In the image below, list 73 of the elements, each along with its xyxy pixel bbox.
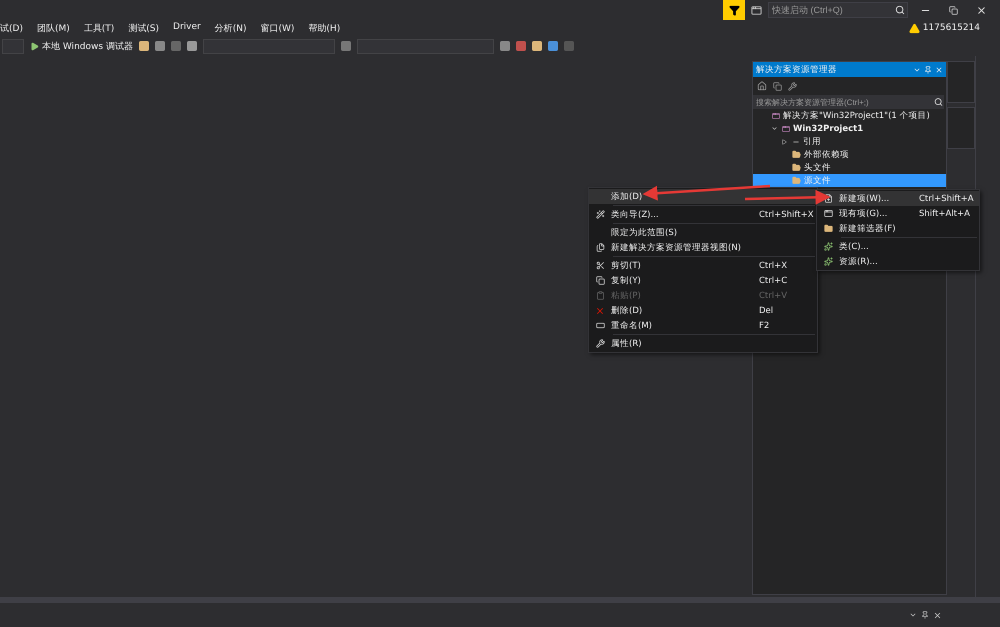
menu-bar-item[interactable]: 窗口(W) (260, 22, 294, 34)
tree-item[interactable]: Win32Project1 (753, 122, 946, 135)
home-icon[interactable] (757, 81, 767, 91)
scissors-icon (596, 261, 604, 270)
toolbar-icon[interactable] (138, 41, 149, 51)
search-field[interactable]: 搜索解决方案资源管理器(Ctrl+;) (753, 95, 944, 109)
menu-bar-item[interactable]: 测试(S) (128, 22, 160, 34)
menu-item[interactable]: 新建筛选器(F) (817, 221, 979, 236)
menu-item[interactable]: 限定为此范围(S) (589, 225, 817, 240)
pin-icon[interactable] (924, 66, 932, 74)
toolbar-icon[interactable] (186, 41, 197, 51)
menu-item[interactable]: 剪切(T) Ctrl+X (589, 258, 817, 273)
account-name[interactable]: 1175615214 (922, 23, 980, 33)
existing-item-icon (824, 209, 832, 218)
folder-icon (792, 150, 801, 159)
toolbar-icon[interactable] (548, 41, 558, 51)
new-item-icon (824, 194, 832, 203)
rename-icon (596, 321, 604, 330)
wrench-icon[interactable] (788, 82, 797, 90)
menu-item[interactable]: 类(C)... (817, 239, 979, 254)
feedback-button[interactable] (723, 0, 745, 20)
menu-item[interactable]: 新建项(W)... Ctrl+Shift+A (817, 191, 979, 206)
tree-item[interactable]: 引用 (753, 135, 946, 148)
search-icon (895, 5, 905, 15)
warning-icon (908, 22, 920, 34)
menu-item[interactable]: 删除(D) Del (589, 303, 817, 318)
folder-icon (792, 163, 801, 172)
menu-item[interactable]: 新建解决方案资源管理器视图(N) (589, 240, 817, 255)
play-icon (30, 42, 39, 50)
delete-icon (595, 306, 605, 316)
restore-icon (948, 6, 958, 14)
folder-icon (824, 224, 832, 233)
toolbar-icon[interactable] (532, 41, 542, 51)
close-icon (976, 4, 986, 16)
tree-item[interactable]: 解决方案"Win32Project1"(1 个项目) (753, 109, 946, 122)
expanded-icon (771, 125, 778, 132)
class-icon (824, 242, 832, 251)
quick-launch-field[interactable]: 快速启动 (Ctrl+Q) (768, 2, 908, 18)
toolbar-icon[interactable] (340, 41, 351, 51)
project-icon (782, 124, 790, 132)
search-icon (934, 98, 943, 106)
wizard-icon (596, 210, 604, 219)
menu-item[interactable]: 现有项(G)... Shift+Alt+A (817, 206, 979, 221)
folder-icon (792, 176, 801, 185)
tree-item[interactable]: 头文件 (753, 161, 946, 174)
toolbar-icon[interactable] (500, 41, 510, 51)
menu-item[interactable]: 重命名(M) F2 (589, 318, 817, 333)
solution-icon (772, 112, 780, 120)
menu-bar-item[interactable]: 分析(N) (214, 22, 246, 34)
toolbar-icon[interactable] (516, 41, 526, 51)
wrench-icon (596, 339, 604, 348)
run-button[interactable]: 本地 Windows 调试器 (30, 40, 133, 52)
menu-bar-item[interactable]: 帮助(H) (308, 22, 340, 34)
resource-icon (824, 257, 832, 266)
menu-bar-item[interactable]: 试(D) (0, 22, 23, 34)
menu-item[interactable]: 资源(R)... (817, 254, 979, 269)
clipboard-icon (596, 291, 604, 300)
copy-icon (596, 276, 604, 285)
panel-title: 解决方案资源管理器 (756, 64, 837, 76)
menu-bar-item[interactable]: Driver (173, 22, 201, 34)
collapsed-icon (781, 138, 787, 144)
menu-bar-item[interactable]: 团队(M) (36, 22, 70, 34)
menu-item[interactable]: 属性(R) (589, 336, 817, 351)
menu-item[interactable]: 复制(Y) Ctrl+C (589, 273, 817, 288)
windows-icon (596, 243, 604, 252)
dropdown-icon[interactable] (909, 611, 917, 619)
pin-icon[interactable] (921, 611, 929, 619)
tree-item[interactable]: 外部依赖项 (753, 148, 946, 161)
menu-bar-item[interactable]: 工具(T) (84, 22, 114, 34)
menu-item[interactable]: 类向导(Z)... Ctrl+Shift+X (589, 207, 817, 222)
toolbar-icon[interactable] (154, 41, 165, 51)
filter-icon (728, 4, 740, 16)
close-icon[interactable] (933, 610, 942, 620)
